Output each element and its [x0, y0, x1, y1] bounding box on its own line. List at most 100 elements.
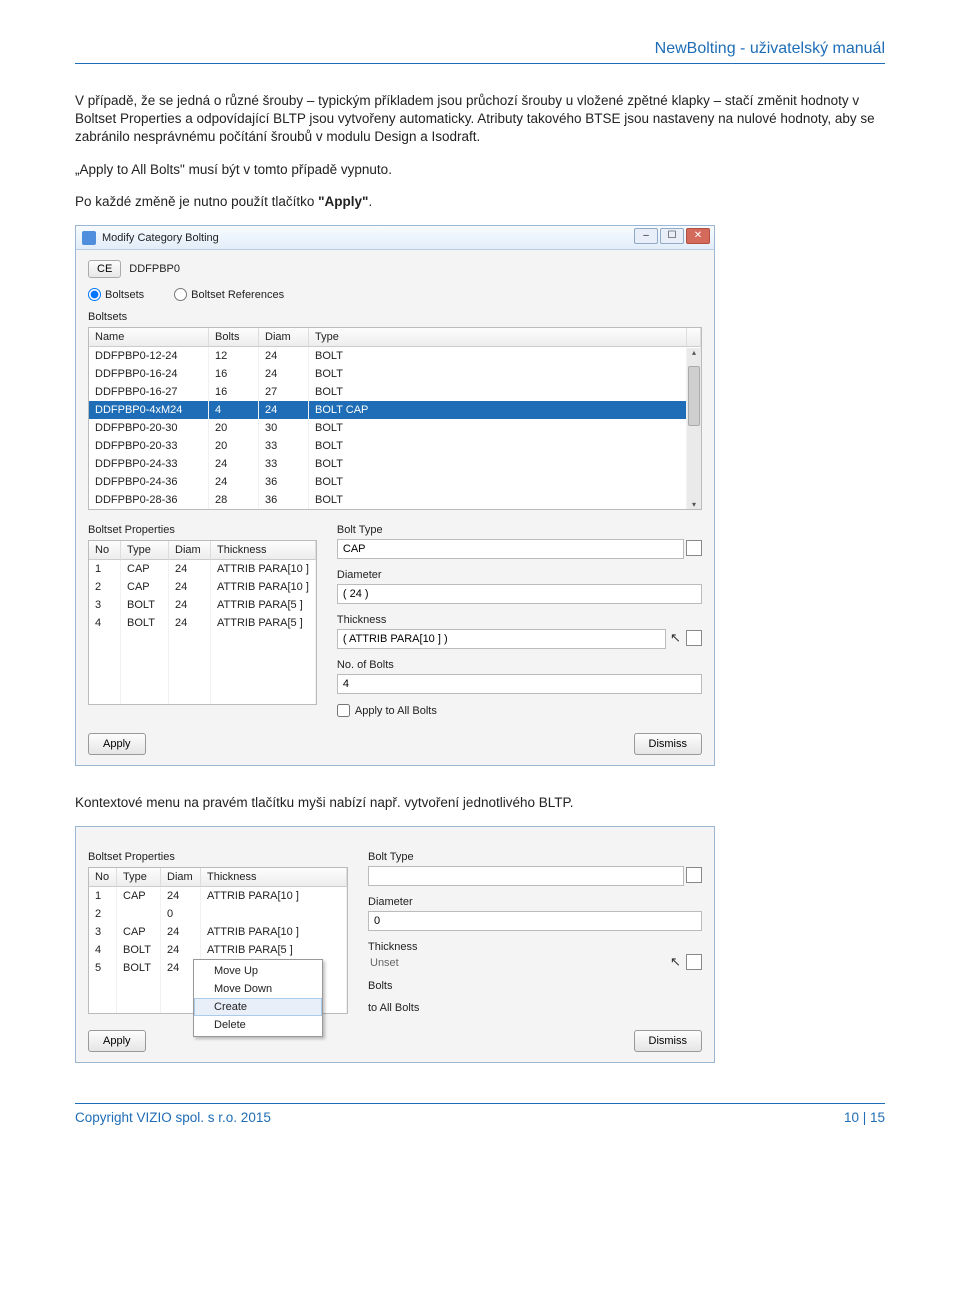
pcol-no[interactable]: No [89, 541, 121, 560]
boltset-properties-grid[interactable]: No Type Diam Thickness 1CAP24ATTRIB PARA… [88, 540, 317, 705]
apply-to-all-bolts-label: Apply to All Bolts [355, 705, 437, 717]
table-row[interactable]: 2CAP24ATTRIB PARA[10 ] [89, 578, 316, 596]
radio-boltsetrefs[interactable]: Boltset References [174, 288, 284, 301]
table-row[interactable]: 1CAP24ATTRIB PARA[10 ] [89, 560, 316, 578]
no-of-bolts-label: No. of Bolts [337, 659, 702, 671]
ctx-move-down[interactable]: Move Down [194, 980, 322, 998]
apply-button[interactable]: Apply [88, 733, 146, 755]
paragraph-3: Po každé změně je nutno použít tlačítko … [75, 193, 885, 211]
props2-section-label: Boltset Properties [88, 851, 348, 863]
no-of-bolts-input[interactable] [337, 674, 702, 694]
apply-to-all-bolts-label-2-partial: to All Bolts [368, 1002, 419, 1014]
diameter-label: Diameter [337, 569, 702, 581]
pcol-thick[interactable]: Thickness [211, 541, 316, 560]
table-row[interactable]: DDFPBP0-24-332433BOLT [89, 455, 701, 473]
p2col-no[interactable]: No [89, 868, 117, 887]
scrollbar-vertical[interactable]: ▴ ▾ [687, 348, 701, 509]
table-row[interactable] [89, 650, 316, 668]
col-diam[interactable]: Diam [259, 328, 309, 347]
bolt-type-input[interactable] [337, 539, 684, 559]
close-icon[interactable]: ✕ [686, 228, 710, 244]
ce-value: DDFPBP0 [129, 263, 180, 275]
bolt-type-label-2: Bolt Type [368, 851, 702, 863]
table-row[interactable]: 3BOLT24ATTRIB PARA[5 ] [89, 596, 316, 614]
props-section-label: Boltset Properties [88, 524, 317, 536]
diameter-label-2: Diameter [368, 896, 702, 908]
table-row[interactable]: DDFPBP0-16-241624BOLT [89, 365, 701, 383]
thickness-input[interactable] [337, 629, 666, 649]
paragraph-3-suffix: . [368, 194, 372, 209]
table-row[interactable] [89, 668, 316, 686]
table-row[interactable]: DDFPBP0-4xM24424BOLT CAP [89, 401, 701, 419]
p2col-diam[interactable]: Diam [161, 868, 201, 887]
paragraph-3-prefix: Po každé změně je nutno použít tlačítko [75, 194, 318, 209]
cursor-icon [670, 632, 684, 646]
copy-icon[interactable] [688, 542, 702, 556]
diameter-input[interactable] [337, 584, 702, 604]
boltset-properties-panel: Boltset Properties No Type Diam Thicknes… [75, 826, 715, 1063]
table-row[interactable] [89, 632, 316, 650]
bolt-type-label: Bolt Type [337, 524, 702, 536]
radio-boltsetrefs-label: Boltset References [191, 289, 284, 301]
thickness-label-2: Thickness [368, 941, 702, 953]
col-name[interactable]: Name [89, 328, 209, 347]
no-of-bolts-label-2-partial: Bolts [368, 980, 702, 992]
boltsets-grid[interactable]: Name Bolts Diam Type DDFPBP0-12-241224BO… [88, 327, 702, 510]
radio-boltsets-label: Boltsets [105, 289, 144, 301]
table-row[interactable] [89, 686, 316, 704]
scroll-up-arrow-icon[interactable]: ▴ [687, 348, 701, 357]
thickness-label: Thickness [337, 614, 702, 626]
ctx-move-up[interactable]: Move Up [194, 962, 322, 980]
pcol-type[interactable]: Type [121, 541, 169, 560]
table-row[interactable]: DDFPBP0-12-241224BOLT [89, 347, 701, 365]
radio-boltsets-input[interactable] [88, 288, 101, 301]
table-row[interactable]: 3CAP24ATTRIB PARA[10 ] [89, 923, 347, 941]
footer-page-number: 10 | 15 [844, 1110, 885, 1125]
apply-bold: "Apply" [318, 194, 368, 209]
table-row[interactable]: DDFPBP0-16-271627BOLT [89, 383, 701, 401]
app-icon [82, 231, 96, 245]
pcol-diam[interactable]: Diam [169, 541, 211, 560]
col-type[interactable]: Type [309, 328, 687, 347]
win1-titlebar[interactable]: Modify Category Bolting – ☐ ✕ [76, 226, 714, 250]
table-row[interactable]: 4BOLT24ATTRIB PARA[5 ] [89, 614, 316, 632]
table-row[interactable]: DDFPBP0-28-362836BOLT [89, 491, 701, 509]
copy-icon[interactable] [688, 956, 702, 970]
table-row[interactable]: DDFPBP0-20-302030BOLT [89, 419, 701, 437]
maximize-icon[interactable]: ☐ [660, 228, 684, 244]
minimize-icon[interactable]: – [634, 228, 658, 244]
ce-button[interactable]: CE [88, 260, 121, 278]
apply-button-2[interactable]: Apply [88, 1030, 146, 1052]
col-bolts[interactable]: Bolts [209, 328, 259, 347]
paragraph-4: Kontextové menu na pravém tlačítku myši … [75, 794, 885, 812]
table-row[interactable]: 4BOLT24ATTRIB PARA[5 ] [89, 941, 347, 959]
p2col-thick[interactable]: Thickness [201, 868, 347, 887]
bolt-type-input-2[interactable] [368, 866, 684, 886]
diameter-input-2[interactable] [368, 911, 702, 931]
page-header: NewBolting - uživatelský manuál [75, 40, 885, 64]
paragraph-1: V případě, že se jedná o různé šrouby – … [75, 92, 885, 147]
table-row[interactable]: 20 [89, 905, 347, 923]
table-row[interactable]: DDFPBP0-20-332033BOLT [89, 437, 701, 455]
context-menu[interactable]: Move Up Move Down Create Delete [193, 959, 323, 1037]
dismiss-button[interactable]: Dismiss [634, 733, 703, 755]
radio-boltsetrefs-input[interactable] [174, 288, 187, 301]
scroll-head [687, 328, 701, 347]
apply-to-all-bolts-checkbox[interactable] [337, 704, 350, 717]
ctx-create[interactable]: Create [194, 998, 322, 1016]
scroll-thumb[interactable] [688, 366, 700, 426]
ctx-delete[interactable]: Delete [194, 1016, 322, 1034]
dismiss-button-2[interactable]: Dismiss [634, 1030, 703, 1052]
copy-icon[interactable] [688, 869, 702, 883]
scroll-down-arrow-icon[interactable]: ▾ [687, 500, 701, 509]
win1-title: Modify Category Bolting [102, 232, 219, 244]
table-row[interactable]: 1CAP24ATTRIB PARA[10 ] [89, 887, 347, 905]
copy-icon[interactable] [688, 632, 702, 646]
p2col-type[interactable]: Type [117, 868, 161, 887]
table-row[interactable]: DDFPBP0-24-362436BOLT [89, 473, 701, 491]
footer-copyright: Copyright VIZIO spol. s r.o. 2015 [75, 1110, 271, 1125]
boltsets-section-label: Boltsets [88, 311, 702, 323]
radio-boltsets[interactable]: Boltsets [88, 288, 144, 301]
modify-category-bolting-window: Modify Category Bolting – ☐ ✕ CE DDFPBP0… [75, 225, 715, 766]
paragraph-2: „Apply to All Bolts" musí být v tomto př… [75, 161, 885, 179]
